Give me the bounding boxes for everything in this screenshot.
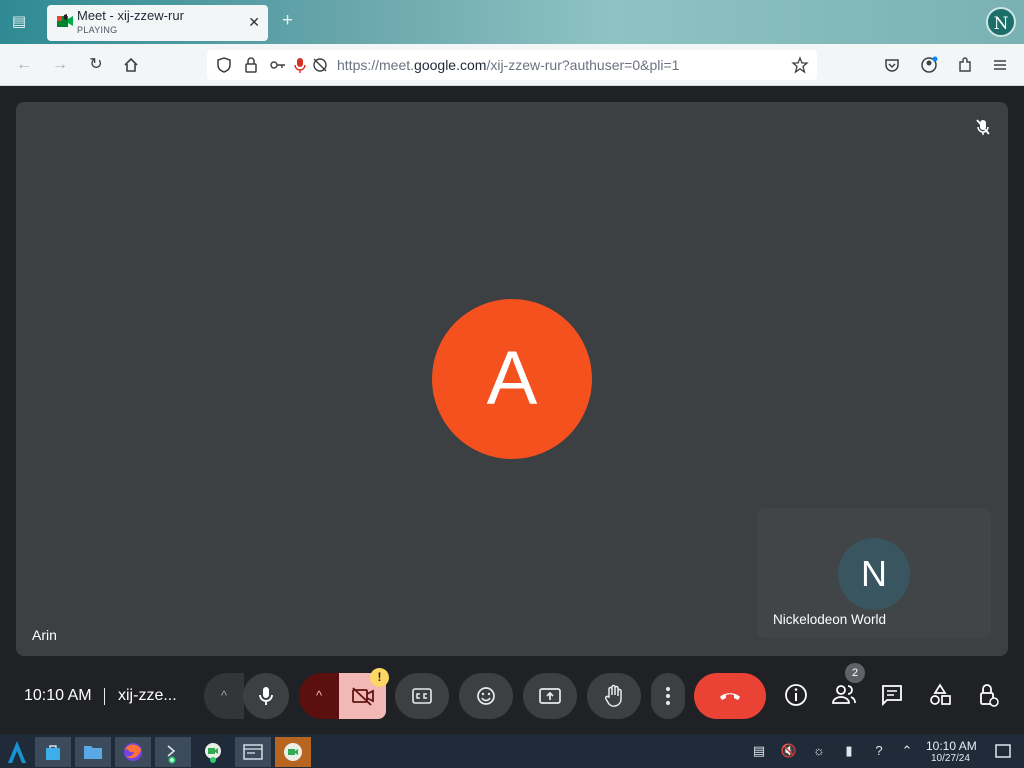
captions-button[interactable] [395, 673, 449, 719]
firefox-profile-avatar[interactable]: N [986, 7, 1016, 37]
app-launcher-icon[interactable] [2, 737, 32, 767]
divider [104, 688, 105, 705]
bookmark-star-icon[interactable] [791, 56, 809, 74]
tab-playing-label: PLAYING [77, 25, 118, 35]
microphone-active-icon[interactable] [291, 56, 309, 74]
tab-meet[interactable]: Meet - xij-zzew-rur PLAYING ✕ [47, 5, 268, 41]
meet-window-icon [284, 743, 302, 761]
folder-icon [84, 746, 102, 759]
meeting-controls-bar: 10:10 AM xij-zze... ^ ^ ! 2 [0, 658, 1024, 734]
meet-app-icon [205, 743, 221, 763]
emoji-icon [477, 687, 495, 705]
camera-warning-badge: ! [370, 668, 389, 687]
participant-muted-icon [976, 119, 990, 135]
self-avatar: N [838, 538, 910, 610]
camera-blocked-icon[interactable] [311, 56, 329, 74]
system-date[interactable]: 10/27/24 [931, 753, 970, 764]
taskbar-files-app[interactable] [75, 737, 111, 767]
os-taskbar: ▤ 🔇 ☼ ▮ ? ⌃ 10:10 AM 10/27/24 [0, 734, 1024, 768]
home-icon[interactable] [122, 56, 140, 74]
taskbar-window-app[interactable] [235, 737, 271, 767]
battery-icon[interactable]: ▮ [840, 742, 858, 760]
tab-title: Meet - xij-zzew-rur [77, 8, 184, 23]
activities-icon[interactable] [925, 680, 955, 710]
url-text: https://meet.google.com/xij-zzew-rur?aut… [337, 57, 680, 73]
help-icon[interactable]: ? [870, 742, 888, 760]
microphone-button[interactable] [243, 673, 289, 719]
microphone-icon [259, 687, 273, 705]
meeting-code[interactable]: xij-zze... [118, 687, 177, 705]
self-view-tile[interactable]: N Nickelodeon World [757, 508, 991, 638]
account-icon[interactable] [920, 56, 938, 74]
captions-icon [412, 688, 432, 704]
pocket-icon[interactable] [883, 56, 901, 74]
chat-icon[interactable] [877, 680, 907, 710]
terminal-icon [167, 745, 176, 764]
people-icon[interactable] [829, 680, 859, 710]
leave-call-button[interactable] [694, 673, 766, 719]
system-clock[interactable]: 10:10 AM [926, 739, 977, 753]
raise-hand-button[interactable] [587, 673, 641, 719]
audio-options-chevron-icon[interactable]: ^ [204, 673, 244, 719]
browser-tab-strip: ▤ Meet - xij-zzew-rur PLAYING ✕ + N [0, 0, 1024, 44]
taskbar-meet-app[interactable] [195, 737, 231, 767]
participant-avatar: A [432, 299, 592, 459]
tab-close-icon[interactable]: ✕ [248, 14, 260, 31]
extensions-icon[interactable] [956, 56, 974, 74]
video-options-chevron-icon[interactable]: ^ [299, 673, 339, 719]
self-name: Nickelodeon World [773, 612, 887, 627]
tray-expand-icon[interactable]: ⌃ [898, 742, 916, 760]
forward-arrow-icon[interactable]: → [51, 56, 69, 74]
clipboard-icon[interactable]: ▤ [750, 742, 768, 760]
present-icon [539, 688, 561, 704]
shopping-bag-icon [46, 745, 60, 760]
more-options-button[interactable] [651, 673, 685, 719]
new-tab-button[interactable]: + [282, 10, 293, 32]
navigation-bar: ← → ↻ https://meet.google.com/xij-zzew-r… [0, 44, 1024, 86]
window-icon [243, 744, 263, 760]
main-video-stage: A Arin N Nickelodeon World [16, 102, 1008, 656]
video-off-icon [352, 687, 374, 706]
meet-favicon-icon [57, 14, 73, 27]
brightness-icon[interactable]: ☼ [810, 742, 828, 760]
host-controls-lock-icon[interactable] [973, 680, 1003, 710]
present-screen-button[interactable] [523, 673, 577, 719]
lock-icon[interactable] [242, 56, 260, 74]
shield-icon[interactable] [215, 56, 233, 74]
sidebar-toggle-icon[interactable]: ▤ [8, 12, 30, 32]
meeting-clock: 10:10 AM [24, 687, 92, 704]
more-vertical-icon [666, 687, 670, 705]
meeting-details-icon[interactable] [781, 680, 811, 710]
meet-page: A Arin N Nickelodeon World 10:10 AM xij-… [0, 86, 1024, 734]
taskbar-terminal-app[interactable] [155, 737, 191, 767]
participant-name: Arin [32, 627, 57, 643]
url-bar[interactable]: https://meet.google.com/xij-zzew-rur?aut… [207, 50, 817, 80]
menu-hamburger-icon[interactable] [991, 56, 1009, 74]
taskbar-firefox-app[interactable] [115, 737, 151, 767]
back-arrow-icon[interactable]: ← [15, 56, 33, 74]
show-desktop-icon[interactable] [994, 742, 1012, 760]
hang-up-icon [720, 693, 740, 700]
volume-muted-icon[interactable]: 🔇 [780, 742, 798, 760]
permissions-icon[interactable] [269, 56, 287, 74]
firefox-icon [124, 743, 142, 761]
reload-icon[interactable]: ↻ [87, 56, 105, 74]
taskbar-store-app[interactable] [35, 737, 71, 767]
raise-hand-icon [604, 684, 622, 707]
reactions-button[interactable] [459, 673, 513, 719]
taskbar-meet-window[interactable] [275, 737, 311, 767]
